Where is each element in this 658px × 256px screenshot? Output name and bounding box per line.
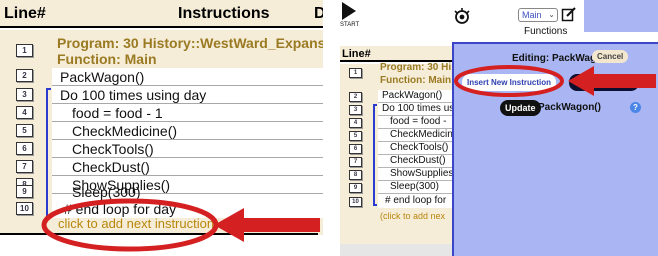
code-row[interactable]: Sleep(300) <box>390 181 439 192</box>
line-number-header: Line# <box>342 48 371 60</box>
code-row[interactable]: ShowSupplies <box>390 168 453 179</box>
code-row[interactable]: Do 100 times us <box>382 103 454 114</box>
line-number-button[interactable]: 2 <box>349 92 362 102</box>
line-number-button[interactable]: 3 <box>16 88 33 101</box>
add-next-instruction-link[interactable]: (click to add nex <box>380 211 445 221</box>
line-number-button[interactable]: 1 <box>349 68 362 78</box>
loop-bracket <box>373 104 377 206</box>
code-row[interactable]: food = food - <box>390 116 446 127</box>
help-icon[interactable]: ? <box>630 102 641 113</box>
line-number-button[interactable]: 4 <box>349 118 362 128</box>
cancel-button[interactable]: Cancel <box>592 50 629 63</box>
program-name: Program: 30 Hi <box>380 62 452 73</box>
line-number-button[interactable]: 4 <box>16 106 33 119</box>
edit-function-icon[interactable] <box>561 6 577 22</box>
instructions-header: Instructions <box>178 5 270 22</box>
chevron-down-icon: ⌄ <box>548 10 555 19</box>
update-target-label: PackWagon() <box>538 102 601 113</box>
start-label[interactable]: START <box>340 22 359 28</box>
line-number-button[interactable]: 7 <box>16 160 33 173</box>
line-number-button[interactable]: 2 <box>16 69 33 82</box>
row-divider <box>52 139 323 140</box>
line-number-button[interactable]: 3 <box>349 105 362 115</box>
line-number-header: Line# <box>4 5 46 22</box>
functions-label: Functions <box>524 26 568 37</box>
blue-top-bar <box>584 0 658 32</box>
right-screenshot-panel: START Main ⌄ Functions Line# 1 2 3 4 5 6… <box>340 0 658 256</box>
line-number-button[interactable]: 6 <box>16 142 33 155</box>
row-divider <box>52 157 323 158</box>
row-divider <box>52 85 323 86</box>
code-row[interactable]: CheckMedicin <box>390 129 453 140</box>
line-number-button[interactable]: 5 <box>16 124 33 137</box>
code-row[interactable]: # end loop for day <box>64 201 176 217</box>
line-number-button[interactable]: 1 <box>16 44 33 57</box>
code-row[interactable]: PackWagon() <box>382 90 442 101</box>
line-number-button[interactable]: 5 <box>349 131 362 141</box>
row-divider <box>52 103 323 104</box>
dark-action-button[interactable]: C <box>569 74 639 91</box>
function-name: Function: Main <box>57 51 157 67</box>
row-divider <box>52 121 323 122</box>
line-number-button[interactable]: 10 <box>349 197 362 207</box>
editing-panel: Editing: PackWagon() Cancel Insert New I… <box>452 42 658 256</box>
code-row[interactable]: PackWagon() <box>60 69 144 85</box>
left-screenshot-panel: Line# Instructions D 1 2 3 4 5 6 7 8 9 1… <box>0 0 323 256</box>
line-number-button[interactable]: 7 <box>349 157 362 167</box>
line-number-button[interactable]: 10 <box>16 202 33 215</box>
loop-bracket <box>46 88 51 218</box>
add-next-instruction-link[interactable]: click to add next instruction <box>58 216 214 231</box>
code-row[interactable]: CheckMedicine() <box>72 123 177 139</box>
code-row[interactable]: Do 100 times using day <box>60 87 206 103</box>
play-icon[interactable] <box>342 2 356 20</box>
function-select-value: Main <box>522 10 542 20</box>
code-row[interactable]: CheckDust() <box>390 155 446 166</box>
code-row[interactable]: CheckTools() <box>72 141 154 157</box>
function-name: Function: Main <box>380 75 452 86</box>
program-name: Program: 30 History::WestWard_Expansion <box>57 35 323 51</box>
update-button[interactable]: Update <box>500 100 541 116</box>
truncated-column-header: D <box>314 5 323 22</box>
line-number-button[interactable]: 9 <box>349 183 362 193</box>
line-number-button[interactable]: 8 <box>349 170 362 180</box>
line-number-button[interactable]: 9 <box>16 185 33 198</box>
insert-new-instruction-button[interactable]: Insert New Instruction <box>462 74 556 91</box>
function-select[interactable]: Main ⌄ <box>518 8 558 22</box>
code-row[interactable]: Sleep(300) <box>72 184 141 200</box>
line-number-button[interactable]: 6 <box>349 144 362 154</box>
row-divider <box>52 175 323 176</box>
code-row[interactable]: # end loop for <box>385 195 446 206</box>
code-row[interactable]: CheckDust() <box>72 159 150 175</box>
code-row[interactable]: food = food - 1 <box>72 105 163 121</box>
bottom-divider <box>0 233 318 235</box>
code-row[interactable]: CheckTools() <box>390 142 448 153</box>
debug-icon[interactable] <box>452 6 472 26</box>
column-header: Line# Instructions D <box>0 0 323 28</box>
